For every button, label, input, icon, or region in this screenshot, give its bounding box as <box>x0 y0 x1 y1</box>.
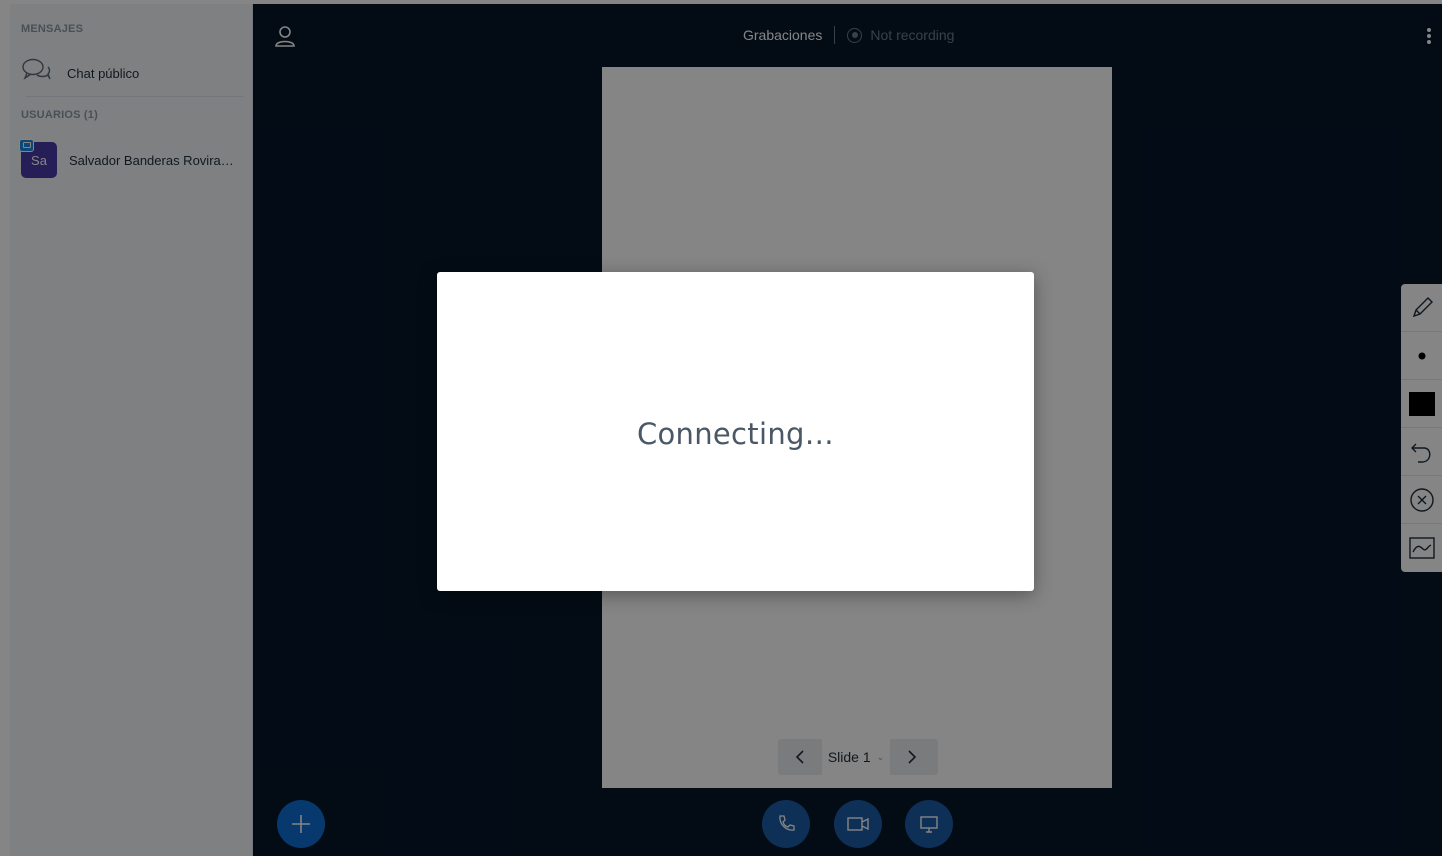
modal-overlay: Connecting… <box>0 0 1442 856</box>
connecting-dialog: Connecting… <box>437 272 1034 591</box>
connecting-message: Connecting… <box>636 416 835 451</box>
